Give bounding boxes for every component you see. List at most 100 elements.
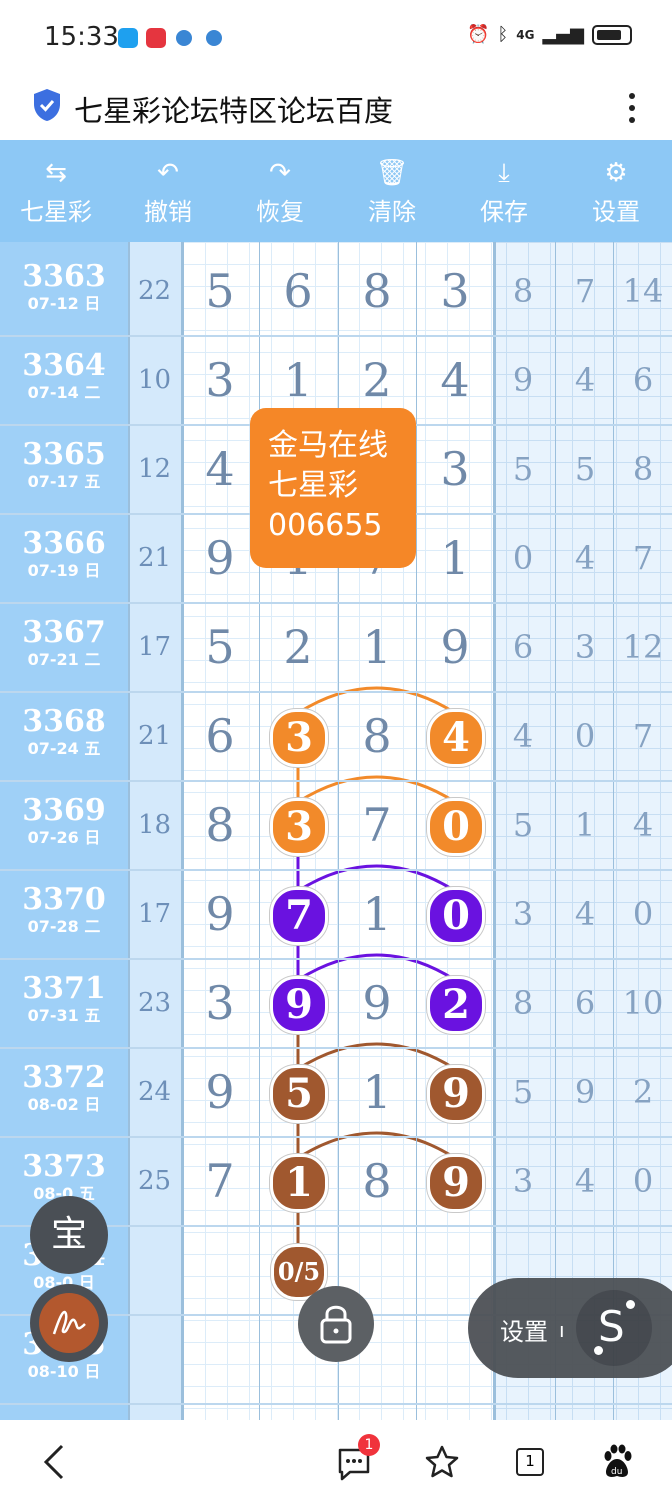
highlighted-digit[interactable]: 1 — [270, 1154, 328, 1212]
digit-cell[interactable]: 3 — [181, 976, 259, 1030]
highlighted-digit[interactable]: 3 — [270, 709, 328, 767]
issue-number: 3364 — [22, 348, 106, 383]
tail-cell: 9 — [574, 1073, 596, 1111]
digit-cell[interactable]: 1 — [259, 353, 337, 407]
highlighted-digit[interactable]: 0 — [427, 887, 485, 945]
digit-cell[interactable]: 8 — [338, 1154, 416, 1208]
treasure-button[interactable]: 宝 — [30, 1196, 108, 1274]
highlighted-digit[interactable]: 7 — [270, 887, 328, 945]
highlighted-digit[interactable]: 9 — [427, 1065, 485, 1123]
issue-number: 3363 — [22, 259, 106, 294]
highlighted-digit[interactable]: 5 — [270, 1065, 328, 1123]
lock-icon — [320, 1305, 352, 1344]
digit-cell[interactable]: 1 — [338, 1065, 416, 1119]
title-bar: 七星彩论坛特区论坛百度 — [0, 78, 672, 140]
toolbar-button-0[interactable]: ⇆ 七星彩 — [0, 140, 112, 242]
tail-cell: 0 — [632, 895, 654, 933]
highlighted-digit[interactable]: 3 — [270, 798, 328, 856]
sum-cell: 10 — [137, 365, 172, 395]
digit-cell[interactable]: 8 — [338, 264, 416, 318]
issue-cell: 3369 07-26 日 — [0, 794, 128, 848]
trash-icon: 🗑 — [375, 158, 409, 188]
issue-date: 08-02 日 — [27, 1095, 101, 1114]
tail-cell: 5 — [512, 1073, 534, 1111]
shield-icon — [34, 89, 60, 121]
digit-cell[interactable]: 6 — [259, 264, 337, 318]
more-menu-icon[interactable] — [628, 90, 636, 126]
row-divider — [0, 1136, 672, 1138]
digit-cell[interactable]: 5 — [181, 264, 259, 318]
digit-cell[interactable]: 3 — [416, 442, 494, 496]
digit-cell[interactable]: 8 — [338, 709, 416, 763]
tail-cell: 8 — [512, 272, 534, 310]
digit-cell[interactable]: 2 — [259, 620, 337, 674]
s-button[interactable]: S — [576, 1290, 652, 1366]
highlighted-digit[interactable]: 9 — [427, 1154, 485, 1212]
row-divider — [0, 335, 672, 337]
toolbar-button-4[interactable]: ⤓ 保存 — [448, 140, 560, 242]
sum-cell: 23 — [137, 988, 172, 1018]
issue-number: 3366 — [22, 526, 106, 561]
issue-cell: 3366 07-19 日 — [0, 527, 128, 581]
digit-cell[interactable]: 9 — [181, 887, 259, 941]
digit-cell[interactable]: 7 — [181, 1154, 259, 1208]
sum-cell: 12 — [137, 454, 172, 484]
s-label: S — [598, 1302, 625, 1351]
digit-cell[interactable]: 9 — [181, 1065, 259, 1119]
digit-cell[interactable]: 4 — [181, 442, 259, 496]
lock-button[interactable] — [298, 1286, 374, 1362]
tabs-button[interactable]: 1 — [516, 1448, 544, 1476]
settings-pill[interactable]: 设置 ı S — [468, 1278, 672, 1378]
issue-cell: 3367 07-21 二 — [0, 616, 128, 670]
digit-cell[interactable]: 4 — [416, 353, 494, 407]
digit-cell[interactable]: 1 — [338, 887, 416, 941]
digit-cell[interactable]: 5 — [181, 620, 259, 674]
highlighted-digit[interactable]: 4 — [427, 709, 485, 767]
app-notification-icon — [118, 28, 138, 48]
issue-number: 3372 — [22, 1060, 106, 1095]
digit-cell[interactable]: 9 — [338, 976, 416, 1030]
digit-cell[interactable]: 2 — [338, 353, 416, 407]
back-icon[interactable] — [40, 1442, 68, 1482]
highlighted-digit[interactable]: 0 — [427, 798, 485, 856]
tail-cell: 4 — [574, 539, 596, 577]
undo-icon: ↶ — [157, 158, 179, 188]
star-icon[interactable] — [424, 1444, 460, 1480]
toolbar-button-5[interactable]: ⚙ 设置 — [560, 140, 672, 242]
toolbar-button-3[interactable]: 🗑 清除 — [336, 140, 448, 242]
watermark-popup[interactable]: 金马在线 七星彩 006655 — [250, 408, 416, 568]
digit-cell[interactable]: 3 — [416, 264, 494, 318]
issue-number: 3370 — [22, 882, 106, 917]
tail-cell: 5 — [512, 450, 534, 488]
baidu-paw-icon[interactable]: du — [600, 1444, 634, 1480]
digit-cell[interactable]: 9 — [416, 620, 494, 674]
digit-cell[interactable]: 6 — [181, 709, 259, 763]
toolbar-button-2[interactable]: ↷ 恢复 — [224, 140, 336, 242]
digit-cell[interactable]: 9 — [181, 531, 259, 585]
issue-date: 07-28 二 — [27, 917, 101, 936]
page-title: 七星彩论坛特区论坛百度 — [74, 94, 394, 128]
sum-cell: 17 — [137, 899, 172, 929]
tail-cell: 7 — [632, 717, 654, 755]
draw-button[interactable] — [30, 1284, 108, 1362]
tail-cell: 10 — [622, 984, 664, 1022]
issue-number: 3373 — [22, 1149, 106, 1184]
digit-cell[interactable]: 3 — [181, 353, 259, 407]
issue-number: 3369 — [22, 793, 106, 828]
issue-number: 3371 — [22, 971, 106, 1006]
digit-cell[interactable]: 7 — [338, 798, 416, 852]
highlighted-digit[interactable]: 2 — [427, 976, 485, 1034]
sum-cell: 21 — [137, 543, 172, 573]
issue-date: 07-17 五 — [27, 472, 101, 491]
digit-cell[interactable]: 1 — [338, 620, 416, 674]
toolbar-button-1[interactable]: ↶ 撤销 — [112, 140, 224, 242]
tail-cell: 4 — [574, 1162, 596, 1200]
alarm-icon: ⏰ — [467, 24, 490, 45]
issue-cell: 3368 07-24 五 — [0, 705, 128, 759]
digit-cell[interactable]: 1 — [416, 531, 494, 585]
badge-count: 1 — [364, 1437, 374, 1453]
digit-cell[interactable]: 8 — [181, 798, 259, 852]
issue-cell: 3364 07-14 二 — [0, 349, 128, 403]
tail-cell: 0 — [574, 717, 596, 755]
highlighted-digit[interactable]: 9 — [270, 976, 328, 1034]
